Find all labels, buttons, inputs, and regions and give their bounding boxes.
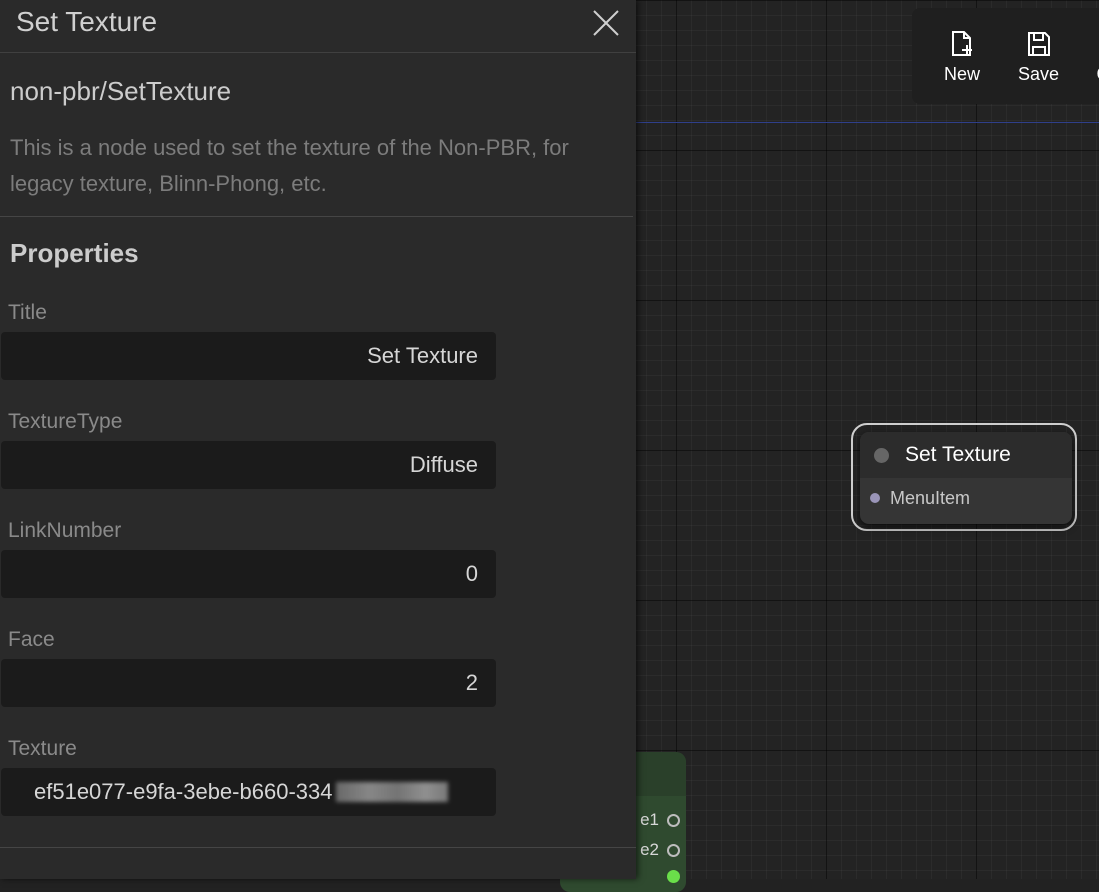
blank-icon: [1090, 30, 1099, 58]
texture-type-value: Diffuse: [410, 452, 478, 478]
node-type: non-pbr/SetTexture: [10, 76, 231, 107]
green-node-slot-1[interactable]: e1: [640, 810, 680, 830]
panel-header: Set Texture: [0, 0, 636, 53]
canvas-guide-line: [636, 122, 1099, 123]
properties-panel: Set Texture non-pbr/SetTexture This is a…: [0, 0, 636, 879]
redacted-text: [336, 782, 448, 802]
new-file-icon: [949, 30, 975, 58]
texture-type-label: TextureType: [8, 410, 122, 434]
save-label: Save: [1018, 64, 1059, 85]
face-field[interactable]: 2: [1, 659, 496, 707]
node-input-slot[interactable]: MenuItem: [860, 478, 1072, 518]
node-status-dot: [874, 448, 889, 463]
new-button[interactable]: New: [944, 30, 980, 85]
link-number-field[interactable]: 0: [1, 550, 496, 598]
close-icon[interactable]: [592, 9, 620, 37]
slot-connector[interactable]: [667, 844, 680, 857]
green-slot-label-2: e2: [640, 840, 659, 860]
texture-value: ef51e077-e9fa-3ebe-b660-334: [34, 779, 332, 805]
link-number-label: LinkNumber: [8, 519, 121, 543]
new-label: New: [944, 64, 980, 85]
title-label: Title: [8, 301, 47, 325]
green-node-slot-3[interactable]: [659, 870, 680, 883]
properties-heading: Properties: [10, 238, 139, 269]
texture-field[interactable]: ef51e077-e9fa-3ebe-b660-334: [1, 768, 496, 816]
save-icon: [1026, 30, 1052, 58]
title-value: Set Texture: [367, 343, 478, 369]
toolbar: New Save C: [912, 8, 1099, 104]
slot-connector[interactable]: [870, 493, 880, 503]
texture-label: Texture: [8, 737, 77, 761]
more-button[interactable]: C: [1090, 30, 1099, 85]
divider: [0, 847, 636, 848]
node-description: This is a node used to set the texture o…: [10, 130, 630, 202]
set-texture-node[interactable]: Set Texture MenuItem: [860, 432, 1072, 524]
link-number-value: 0: [466, 561, 478, 587]
slot-label: MenuItem: [890, 488, 970, 509]
panel-title: Set Texture: [16, 6, 157, 38]
face-value: 2: [466, 670, 478, 696]
node-header[interactable]: Set Texture: [860, 432, 1072, 478]
save-button[interactable]: Save: [1018, 30, 1059, 85]
green-slot-label-1: e1: [640, 810, 659, 830]
texture-type-field[interactable]: Diffuse: [1, 441, 496, 489]
title-field[interactable]: Set Texture: [1, 332, 496, 380]
face-label: Face: [8, 628, 55, 652]
green-node-slot-2[interactable]: e2: [640, 840, 680, 860]
divider: [0, 216, 633, 217]
node-title: Set Texture: [905, 443, 1011, 467]
slot-connector[interactable]: [667, 814, 680, 827]
slot-connector[interactable]: [667, 870, 680, 883]
